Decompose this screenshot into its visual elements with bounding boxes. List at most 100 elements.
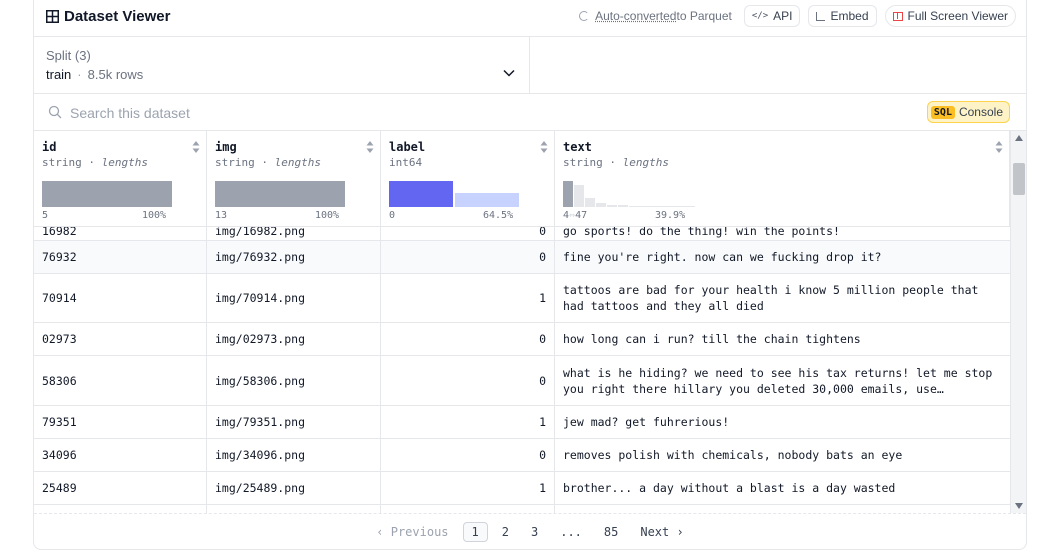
sort-icon[interactable] xyxy=(995,140,1003,154)
table-row[interactable]: 76932 img/76932.png 0 fine you're right.… xyxy=(34,241,1010,274)
spinner-icon xyxy=(579,11,590,21)
viewer-title: Dataset Viewer xyxy=(46,8,170,25)
table-scrollbar[interactable] xyxy=(1010,131,1026,513)
histogram-bar xyxy=(563,181,573,207)
split-selector[interactable]: Split (3) train · 8.5k rows xyxy=(34,37,530,93)
cell-img: img/79351.png xyxy=(207,406,381,438)
cell-label xyxy=(381,505,555,513)
table-row[interactable]: 34096 img/34096.png 0 removes polish wit… xyxy=(34,439,1010,472)
column-header-text[interactable]: text string · lengths 4⇔47 39.9% xyxy=(555,131,1010,227)
split-value: train · 8.5k rows xyxy=(46,67,143,82)
cell-img: img/02973.png xyxy=(207,323,381,355)
sql-tag: SQL xyxy=(930,105,955,119)
cell-label: 1 xyxy=(381,274,555,322)
viewer-header: Dataset Viewer Auto-converted to Parquet… xyxy=(34,0,1026,37)
page-button-2[interactable]: 2 xyxy=(494,523,517,541)
column-type: string · lengths xyxy=(42,156,148,169)
scrollbar-thumb[interactable] xyxy=(1013,163,1025,195)
full-screen-button-label: Full Screen Viewer xyxy=(907,9,1009,23)
column-type: string · lengths xyxy=(215,156,321,169)
cell-img: img/70914.png xyxy=(207,274,381,322)
histogram-bar xyxy=(42,181,172,207)
sql-console-button[interactable]: SQL Console xyxy=(926,101,1010,123)
table-row[interactable]: 16982 img/16982.png 0 go sports! do the … xyxy=(34,227,1010,241)
histogram-min: 4⇔47 xyxy=(563,210,588,221)
to-parquet-text: to Parquet xyxy=(676,9,732,23)
histogram-bar-1[interactable] xyxy=(455,193,519,207)
sql-console-label: Console xyxy=(958,105,1003,119)
histogram-bar xyxy=(215,181,345,207)
column-histogram xyxy=(389,181,519,207)
next-page-button[interactable]: Next › xyxy=(632,523,691,541)
cell-text: jew mad? get fuhrerious! xyxy=(563,415,730,429)
cell-id: 25489 xyxy=(34,472,207,504)
cell-img: img/58306.png xyxy=(207,356,381,405)
cell-img xyxy=(207,505,381,513)
column-header-id[interactable]: id string · lengths 5 100% xyxy=(34,131,207,227)
split-separator: · xyxy=(77,67,82,82)
cell-label: 0 xyxy=(381,227,555,240)
cell-label: 0 xyxy=(381,356,555,405)
sort-icon[interactable] xyxy=(192,140,200,154)
api-button-label: API xyxy=(773,9,793,23)
cell-text: brother... a day without a blast is a da… xyxy=(563,481,896,495)
table-row[interactable]: 25489 img/25489.png 1 brother... a day w… xyxy=(34,472,1010,505)
previous-page-button[interactable]: ‹ Previous xyxy=(368,523,456,541)
column-header-label[interactable]: label int64 0 64.5% xyxy=(381,131,555,227)
cell-id: 58306 xyxy=(34,356,207,405)
fullscreen-icon xyxy=(892,11,903,21)
column-name: label xyxy=(389,140,426,154)
cell-id: 76932 xyxy=(34,241,207,273)
sort-icon[interactable] xyxy=(540,140,548,154)
embed-button-label: Embed xyxy=(830,9,869,23)
scroll-up-arrow-icon[interactable] xyxy=(1015,135,1023,141)
api-button[interactable]: </> API xyxy=(743,5,801,27)
histogram-bar xyxy=(585,198,595,207)
scroll-down-arrow-icon[interactable] xyxy=(1015,503,1023,509)
cell-text: go sports! do the thing! win the points! xyxy=(563,227,840,238)
cell-id: 70914 xyxy=(34,274,207,322)
sort-icon[interactable] xyxy=(366,140,374,154)
table-row[interactable]: 79351 img/79351.png 1 jew mad? get fuhre… xyxy=(34,406,1010,439)
table-grid-icon xyxy=(46,10,59,23)
split-label: Split (3) xyxy=(46,48,91,63)
cell-label: 0 xyxy=(381,241,555,273)
split-name: train xyxy=(46,67,72,82)
histogram-min: 0 xyxy=(389,210,396,221)
auto-converted-link[interactable]: Auto-converted xyxy=(595,9,676,23)
histogram-min: 5 xyxy=(42,210,49,221)
embed-button[interactable]: Embed xyxy=(808,5,877,27)
histogram-max: 100% xyxy=(142,210,167,221)
column-name: text xyxy=(563,140,592,154)
full-screen-button[interactable]: Full Screen Viewer xyxy=(884,5,1016,27)
split-row-count: 8.5k rows xyxy=(87,67,144,82)
data-table: id string · lengths 5 100% img string · … xyxy=(34,131,1010,513)
page-button-1[interactable]: 1 xyxy=(462,522,488,542)
column-header-img[interactable]: img string · lengths 13 100% xyxy=(207,131,381,227)
histogram-max: 39.9% xyxy=(655,210,686,221)
search-input[interactable] xyxy=(70,102,770,124)
page-button-3[interactable]: 3 xyxy=(523,523,546,541)
cell-text: tattoos are bad for your health i know 5… xyxy=(563,283,979,313)
table-row[interactable]: 58306 img/58306.png 0 what is he hiding?… xyxy=(34,356,1010,406)
cell-id xyxy=(34,505,207,513)
cell-text: what is he hiding? we need to see his ta… xyxy=(563,365,993,396)
code-icon: </> xyxy=(751,11,769,21)
column-type: int64 xyxy=(389,156,423,169)
cell-label: 0 xyxy=(381,439,555,471)
cell-label: 1 xyxy=(381,406,555,438)
search-row: SQL Console xyxy=(34,94,1026,131)
column-name: id xyxy=(42,140,57,154)
embed-icon xyxy=(816,11,826,21)
histogram-bar xyxy=(607,205,617,207)
page-button-85[interactable]: 85 xyxy=(596,523,626,541)
histogram-bar xyxy=(596,203,606,207)
pagination: ‹ Previous 1 2 3 ... 85 Next › xyxy=(34,513,1026,549)
chevron-down-icon xyxy=(503,69,515,77)
table-row[interactable]: 02973 img/02973.png 0 how long can i run… xyxy=(34,323,1010,356)
histogram-bar-0[interactable] xyxy=(389,181,453,207)
table-row[interactable]: 70914 img/70914.png 1 tattoos are bad fo… xyxy=(34,274,1010,323)
search-icon xyxy=(48,105,62,119)
histogram-bar xyxy=(629,206,695,207)
cell-img: img/76932.png xyxy=(207,241,381,273)
